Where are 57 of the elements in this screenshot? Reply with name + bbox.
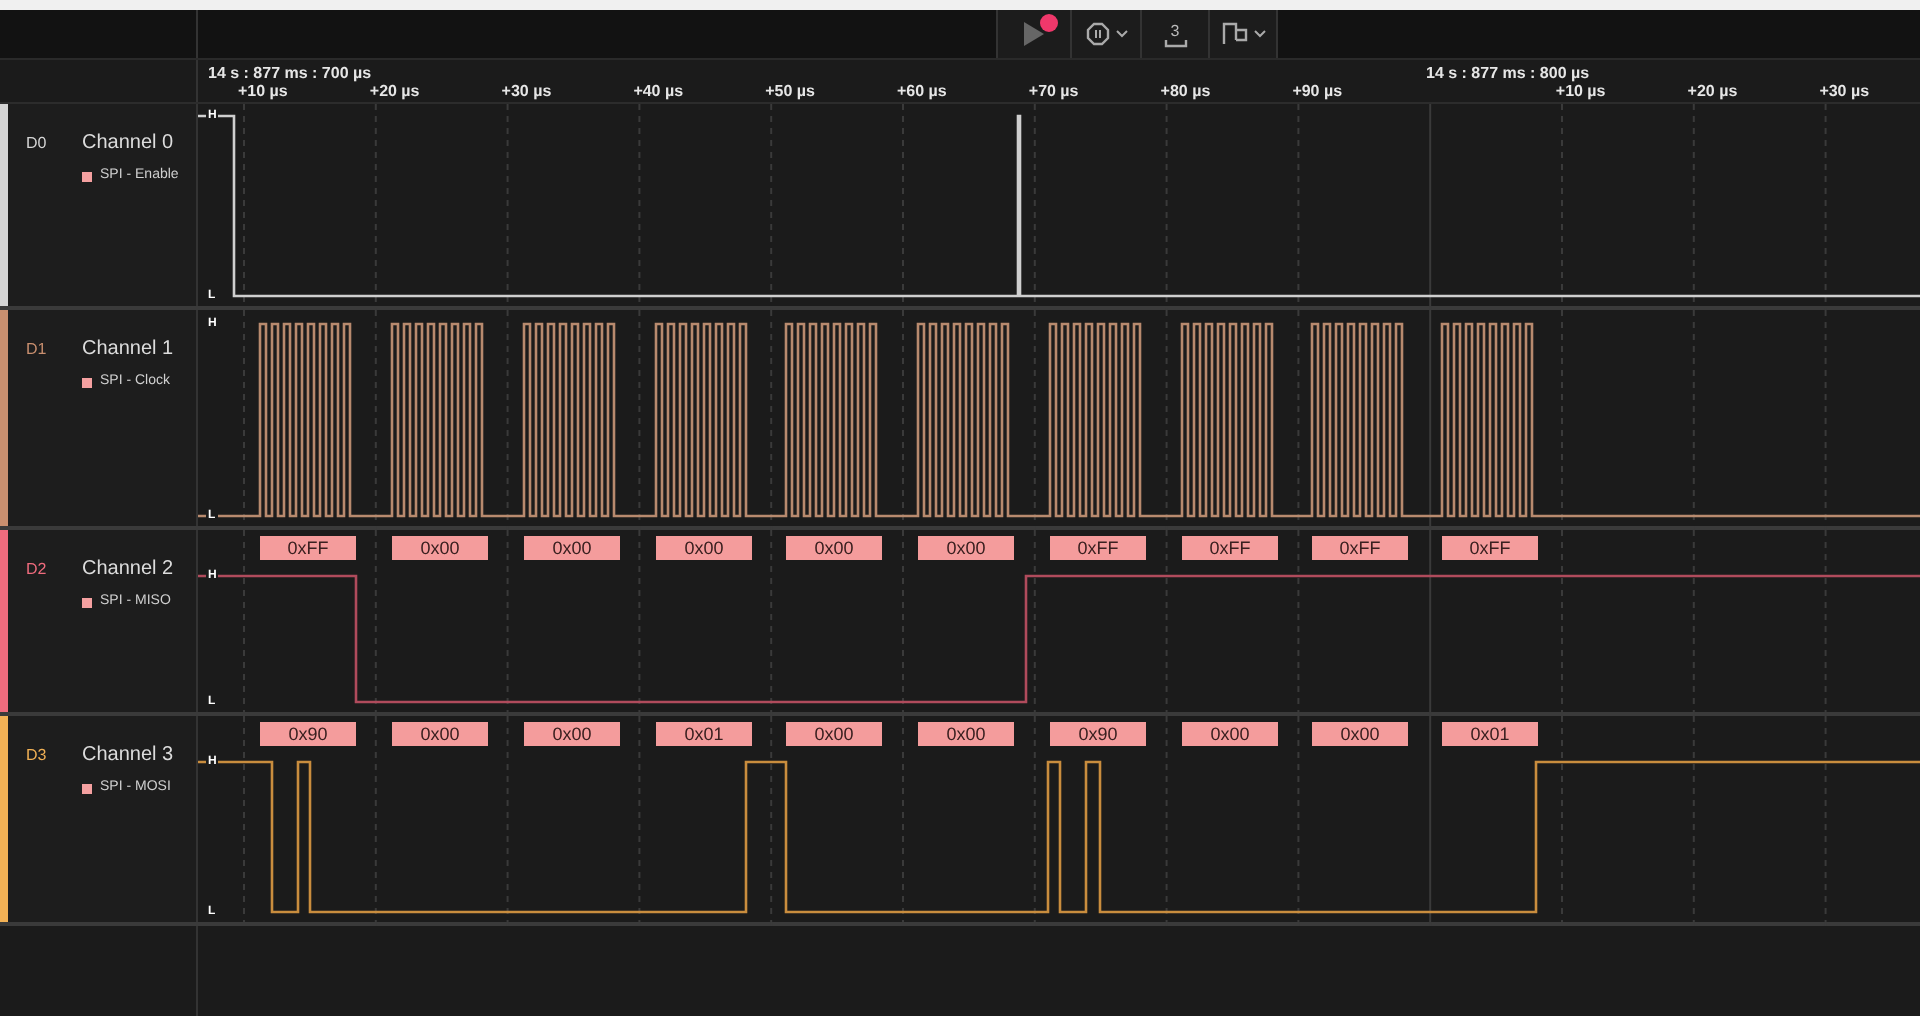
play-button[interactable] <box>996 10 1072 58</box>
marker-dropdown-button[interactable] <box>1210 10 1278 58</box>
bracket-icon <box>1163 39 1187 47</box>
time-marker-label: 14 s : 877 ms : 800 µs <box>1426 62 1590 84</box>
decoded-byte-label: 0x00 <box>656 536 752 560</box>
record-indicator-icon <box>1040 14 1058 32</box>
tick-label: +30 µs <box>1819 80 1870 104</box>
channel-name: Channel 3 <box>82 742 174 770</box>
channel-id: D0 <box>26 132 47 156</box>
decoded-byte-label: 0xFF <box>260 536 356 560</box>
decoded-byte-label: 0x00 <box>786 536 882 560</box>
chevron-down-icon <box>1253 30 1265 38</box>
measure-button[interactable]: 3 <box>1142 10 1210 58</box>
decoded-byte-label: 0x00 <box>918 536 1014 560</box>
decoded-byte-label: 0x90 <box>1050 722 1146 746</box>
channel-name: Channel 2 <box>82 556 174 584</box>
analyzer-color-icon <box>82 172 92 182</box>
tick-label: +70 µs <box>1028 80 1079 104</box>
decoded-byte-label: 0x00 <box>392 722 488 746</box>
decoded-byte-label: 0x00 <box>1182 722 1278 746</box>
channel-id: D2 <box>26 558 47 582</box>
decoded-byte-label: 0x00 <box>918 722 1014 746</box>
tick-label: +80 µs <box>1160 80 1211 104</box>
tick-label: +40 µs <box>633 80 684 104</box>
play-icon <box>1022 20 1046 48</box>
channel-id: D1 <box>26 338 47 362</box>
decoded-byte-label: 0x00 <box>392 536 488 560</box>
decoded-byte-label: 0x90 <box>260 722 356 746</box>
chevron-down-icon <box>1115 30 1127 38</box>
channel-id: D3 <box>26 744 47 768</box>
tick-label: +10 µs <box>238 80 288 104</box>
analyzer-color-icon <box>82 598 92 608</box>
decoded-byte-label: 0xFF <box>1050 536 1146 560</box>
decoded-byte-label: 0xFF <box>1442 536 1538 560</box>
decoded-byte-label: 0xFF <box>1312 536 1408 560</box>
tick-label: +90 µs <box>1292 80 1343 104</box>
analyzer-color-icon <box>82 378 92 388</box>
decoded-byte-label: 0x01 <box>1442 722 1538 746</box>
decoded-byte-label: 0x00 <box>524 722 620 746</box>
tick-label: +50 µs <box>765 80 815 104</box>
decoded-byte-label: 0x00 <box>524 536 620 560</box>
channel-name: Channel 0 <box>82 130 174 158</box>
tick-label: +30 µs <box>501 80 552 104</box>
decoded-byte-label: 0x00 <box>786 722 882 746</box>
octagon-icon <box>1085 22 1109 46</box>
analyzer-color-icon <box>82 784 92 794</box>
flag-icon <box>1221 22 1247 46</box>
decoded-byte-label: 0x00 <box>1312 722 1408 746</box>
tick-label: +10 µs <box>1555 82 1606 104</box>
decoded-byte-label: 0x01 <box>656 722 752 746</box>
tick-label: +20 µs <box>369 82 420 104</box>
trigger-dropdown-button[interactable] <box>1072 10 1142 58</box>
tick-label: +20 µs <box>1687 80 1738 104</box>
channel-name: Channel 1 <box>82 336 174 364</box>
decoded-byte-label: 0xFF <box>1182 536 1278 560</box>
time-marker-label: 14 s : 877 ms : 700 µs <box>208 62 372 84</box>
tick-label: +60 µs <box>897 80 947 104</box>
